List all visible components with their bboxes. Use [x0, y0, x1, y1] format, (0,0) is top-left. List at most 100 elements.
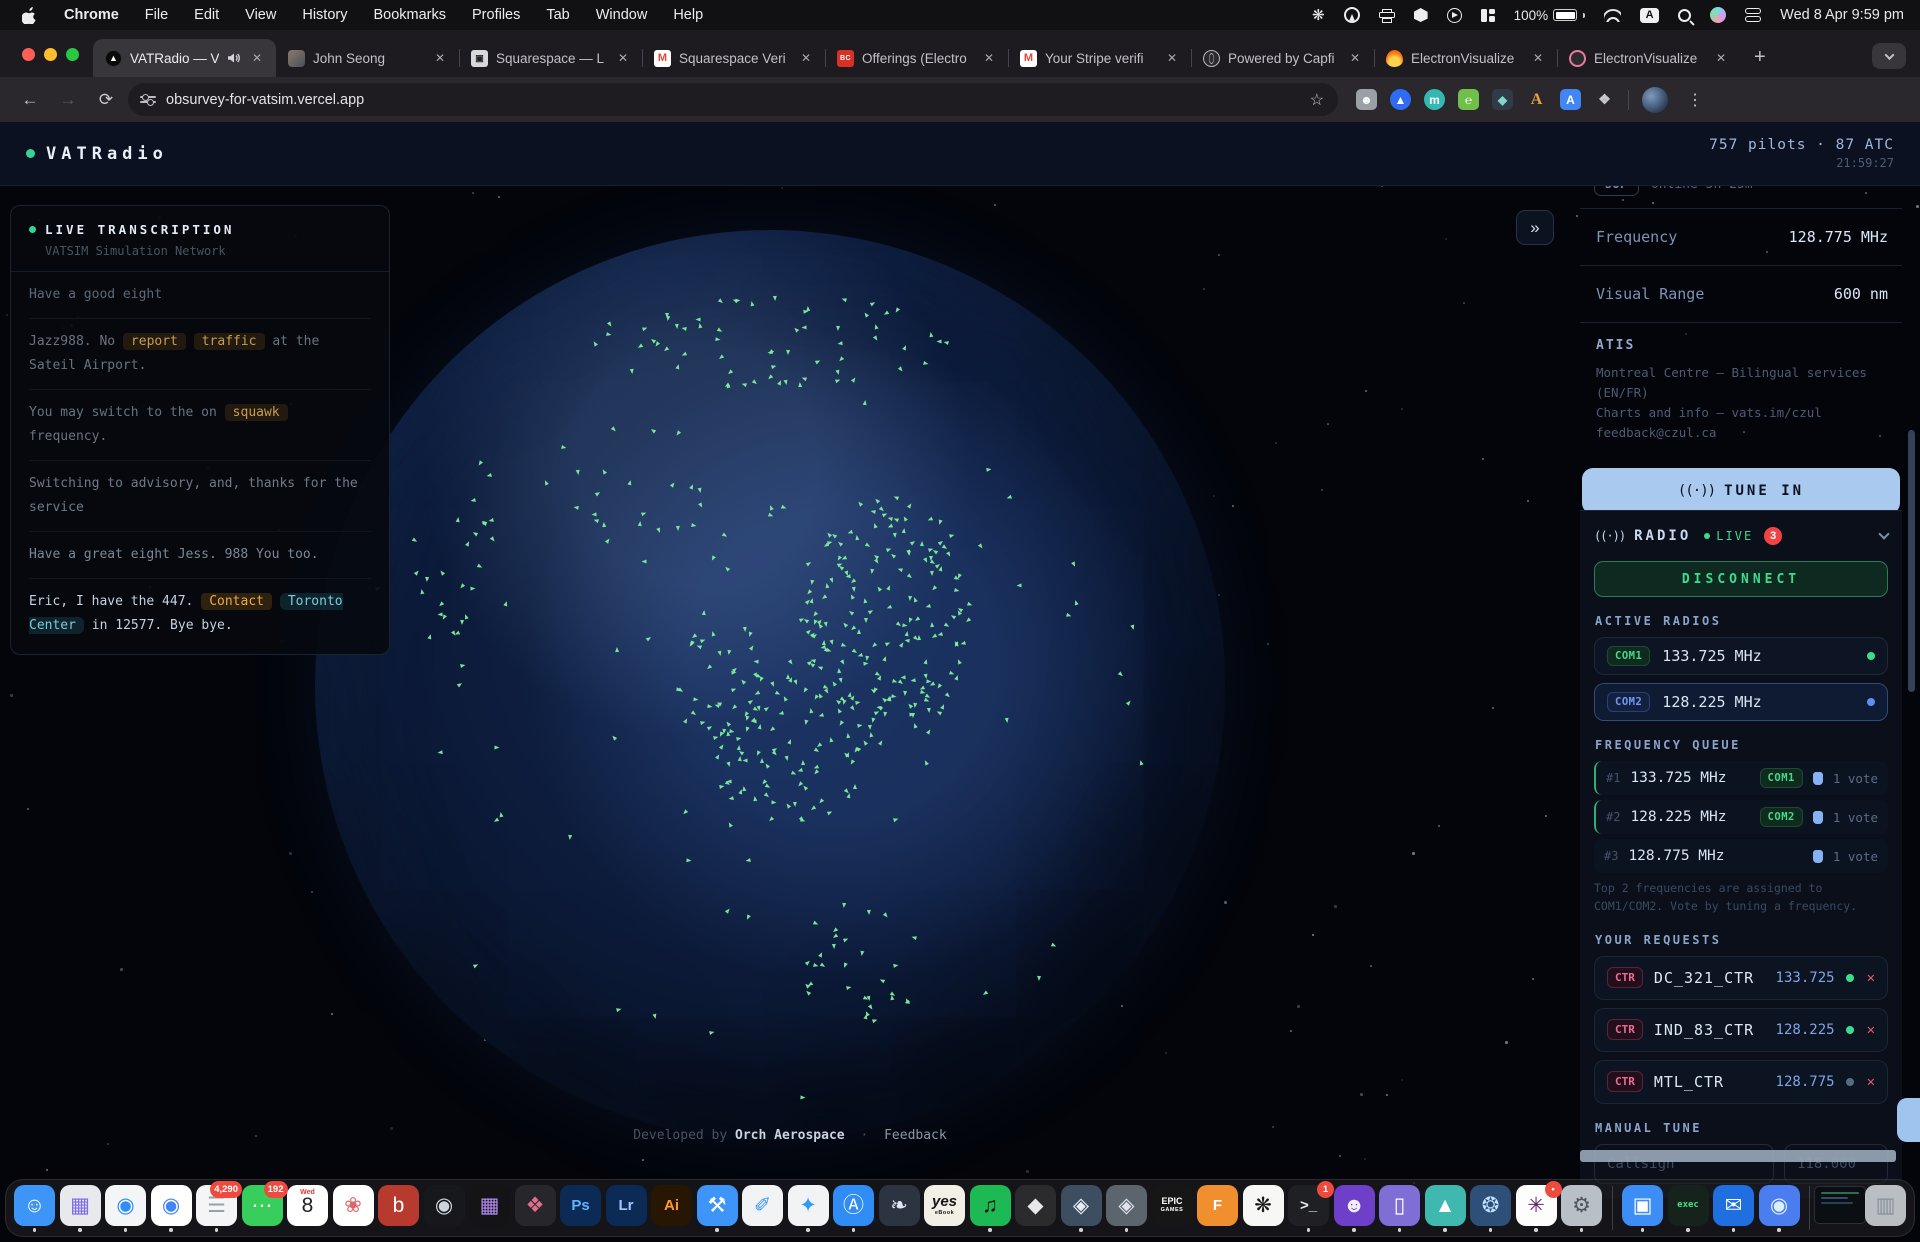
keyword-chip[interactable]: report: [123, 333, 186, 350]
dock-xcode-compass-icon[interactable]: ✐: [742, 1185, 783, 1226]
dock-final-cut-pro-icon[interactable]: ▦: [469, 1185, 510, 1226]
active-radio-com2[interactable]: COM2 128.225 MHz: [1594, 683, 1888, 721]
menu-bookmarks[interactable]: Bookmarks: [360, 7, 459, 23]
keyword-chip[interactable]: squawk: [225, 404, 288, 421]
unity-menubar-icon[interactable]: [1414, 8, 1428, 22]
tab-close-icon[interactable]: ✕: [1529, 49, 1547, 67]
request-row-mtl[interactable]: CTR MTL_CTR 128.775 ✕: [1594, 1060, 1888, 1104]
dock-finder-icon[interactable]: ☺: [14, 1185, 55, 1226]
remove-request-icon[interactable]: ✕: [1867, 1022, 1875, 1038]
dock-bear-icon[interactable]: b: [378, 1185, 419, 1226]
dock-terminal-icon[interactable]: >_1: [1288, 1185, 1329, 1226]
a-reader-extension-icon[interactable]: A: [1526, 89, 1547, 110]
menu-chrome[interactable]: Chrome: [51, 7, 132, 23]
dock-launchpad-icon[interactable]: ▦: [60, 1185, 101, 1226]
dock-calendar-icon[interactable]: Wed8: [287, 1185, 328, 1226]
spotlight-search-icon[interactable]: [1678, 9, 1691, 22]
new-tab-button[interactable]: +: [1740, 46, 1780, 77]
dock-lightroom-icon[interactable]: Lr: [606, 1185, 647, 1226]
google-translate-extension-icon[interactable]: A: [1560, 89, 1581, 110]
menu-profiles[interactable]: Profiles: [459, 7, 533, 23]
back-button[interactable]: ←: [14, 84, 46, 116]
menu-window[interactable]: Window: [583, 7, 661, 23]
dock-siri-remote-icon[interactable]: ◉: [1759, 1185, 1800, 1226]
dock-messages-icon[interactable]: ⋯192: [242, 1185, 283, 1226]
globe-3d-view[interactable]: [315, 230, 1225, 1140]
tab-powered-by-capfi[interactable]: Powered by Capfi ✕: [1191, 39, 1374, 77]
feedback-link[interactable]: Feedback: [884, 1128, 947, 1143]
menu-file[interactable]: File: [132, 7, 181, 23]
nordvpn-extension-icon[interactable]: ▲: [1390, 89, 1411, 110]
minimize-window-button[interactable]: [44, 48, 57, 61]
battery-indicator[interactable]: 100%: [1514, 8, 1586, 23]
collapse-panel-button[interactable]: »: [1516, 210, 1554, 245]
dock-reminders-icon[interactable]: ☰4,290: [196, 1185, 237, 1226]
dock-xcode-icon[interactable]: ⚒: [697, 1185, 738, 1226]
manual-tune-button-clipped[interactable]: [1897, 1098, 1920, 1142]
extensions-puzzle-icon[interactable]: ❖: [1594, 89, 1615, 110]
tab-squarespace[interactable]: ▣ Squarespace — L ✕: [459, 39, 642, 77]
remove-request-icon[interactable]: ✕: [1867, 970, 1875, 986]
m-extension-icon[interactable]: m: [1424, 89, 1445, 110]
keyword-chip[interactable]: traffic: [194, 333, 265, 350]
orch-aerospace-link[interactable]: Orch Aerospace: [735, 1128, 845, 1143]
printer-menubar-icon[interactable]: [1379, 9, 1395, 22]
siri-icon[interactable]: [1710, 7, 1726, 23]
dock-aperture-icon[interactable]: ❂: [1470, 1185, 1511, 1226]
dock-unity-icon[interactable]: ◈: [1061, 1185, 1102, 1226]
queue-row-1[interactable]: #1 133.725 MHz COM1 1 vote: [1594, 761, 1888, 795]
request-row-dc321[interactable]: CTR DC_321_CTR 133.725 ✕: [1594, 956, 1888, 1000]
chatgpt-menubar-icon[interactable]: ❋: [1312, 6, 1325, 24]
vote-thumb-icon[interactable]: [1813, 811, 1823, 824]
panel-scrollbar-thumb[interactable]: [1908, 430, 1915, 692]
menu-help[interactable]: Help: [660, 7, 716, 23]
tab-stripe-verification[interactable]: M Your Stripe verifi ✕: [1008, 39, 1191, 77]
panel-scrollbar-horizontal[interactable]: [1580, 1150, 1896, 1162]
disconnect-button[interactable]: DISCONNECT: [1594, 561, 1888, 597]
dock-unity-hub-icon[interactable]: ◆: [1015, 1185, 1056, 1226]
menu-view[interactable]: View: [232, 7, 289, 23]
input-source-icon[interactable]: A: [1640, 8, 1659, 23]
dock-photoshop-icon[interactable]: Ps: [560, 1185, 601, 1226]
chevron-down-icon[interactable]: [1878, 528, 1889, 539]
accessibility-extension-icon[interactable]: ☻: [1356, 89, 1377, 110]
dock-screens-icon[interactable]: ▣: [1622, 1185, 1663, 1226]
dock-unity-alt-icon[interactable]: ◈: [1106, 1185, 1147, 1226]
browser-menu-icon[interactable]: ⋮: [1681, 90, 1709, 110]
vote-thumb-icon[interactable]: [1813, 850, 1823, 863]
tab-audio-icon[interactable]: [227, 52, 240, 64]
menu-tab[interactable]: Tab: [533, 7, 582, 23]
site-settings-icon[interactable]: [140, 94, 156, 106]
dock-github-desktop-icon[interactable]: ☻: [1334, 1185, 1375, 1226]
playback-menubar-icon[interactable]: [1447, 8, 1462, 23]
profile-avatar[interactable]: [1642, 87, 1668, 113]
nordvpn-menubar-icon[interactable]: [1344, 7, 1360, 23]
dock-photos-icon[interactable]: ❀: [333, 1185, 374, 1226]
menu-edit[interactable]: Edit: [181, 7, 232, 23]
reload-button[interactable]: ⟳: [90, 84, 122, 116]
control-center-icon[interactable]: [1745, 8, 1761, 22]
dock-app-store-icon[interactable]: Ⓐ: [833, 1185, 874, 1226]
forward-button[interactable]: →: [52, 84, 84, 116]
tab-close-icon[interactable]: ✕: [1163, 49, 1181, 67]
evernote-extension-icon[interactable]: ℮: [1458, 89, 1479, 110]
tab-close-icon[interactable]: ✕: [1346, 49, 1364, 67]
dock-vscode-icon[interactable]: ✦: [788, 1185, 829, 1226]
window-layout-menubar-icon[interactable]: [1481, 9, 1495, 22]
tab-offerings[interactable]: BC Offerings (Electro ✕: [825, 39, 1008, 77]
wifi-icon[interactable]: [1604, 9, 1621, 22]
dock-kindle-icon[interactable]: ❧: [879, 1185, 920, 1226]
active-radio-com1[interactable]: COM1 133.725 MHz: [1594, 637, 1888, 675]
zoom-window-button[interactable]: [66, 48, 79, 61]
tab-close-icon[interactable]: ✕: [248, 49, 266, 67]
queue-row-2[interactable]: #2 128.225 MHz COM2 1 vote: [1594, 800, 1888, 834]
remove-request-icon[interactable]: ✕: [1867, 1074, 1875, 1090]
menu-history[interactable]: History: [289, 7, 360, 23]
dock-remote-icon[interactable]: ▯: [1379, 1185, 1420, 1226]
dock-mail-icon[interactable]: ✉: [1713, 1185, 1754, 1226]
dock-davinci-resolve-icon[interactable]: ❖: [515, 1185, 556, 1226]
queue-row-3[interactable]: #3 128.775 MHz 1 vote: [1594, 839, 1888, 873]
bookmark-star-icon[interactable]: ☆: [1302, 90, 1332, 110]
tab-close-icon[interactable]: ✕: [797, 49, 815, 67]
dock-system-settings-icon[interactable]: ⚙: [1561, 1185, 1602, 1226]
